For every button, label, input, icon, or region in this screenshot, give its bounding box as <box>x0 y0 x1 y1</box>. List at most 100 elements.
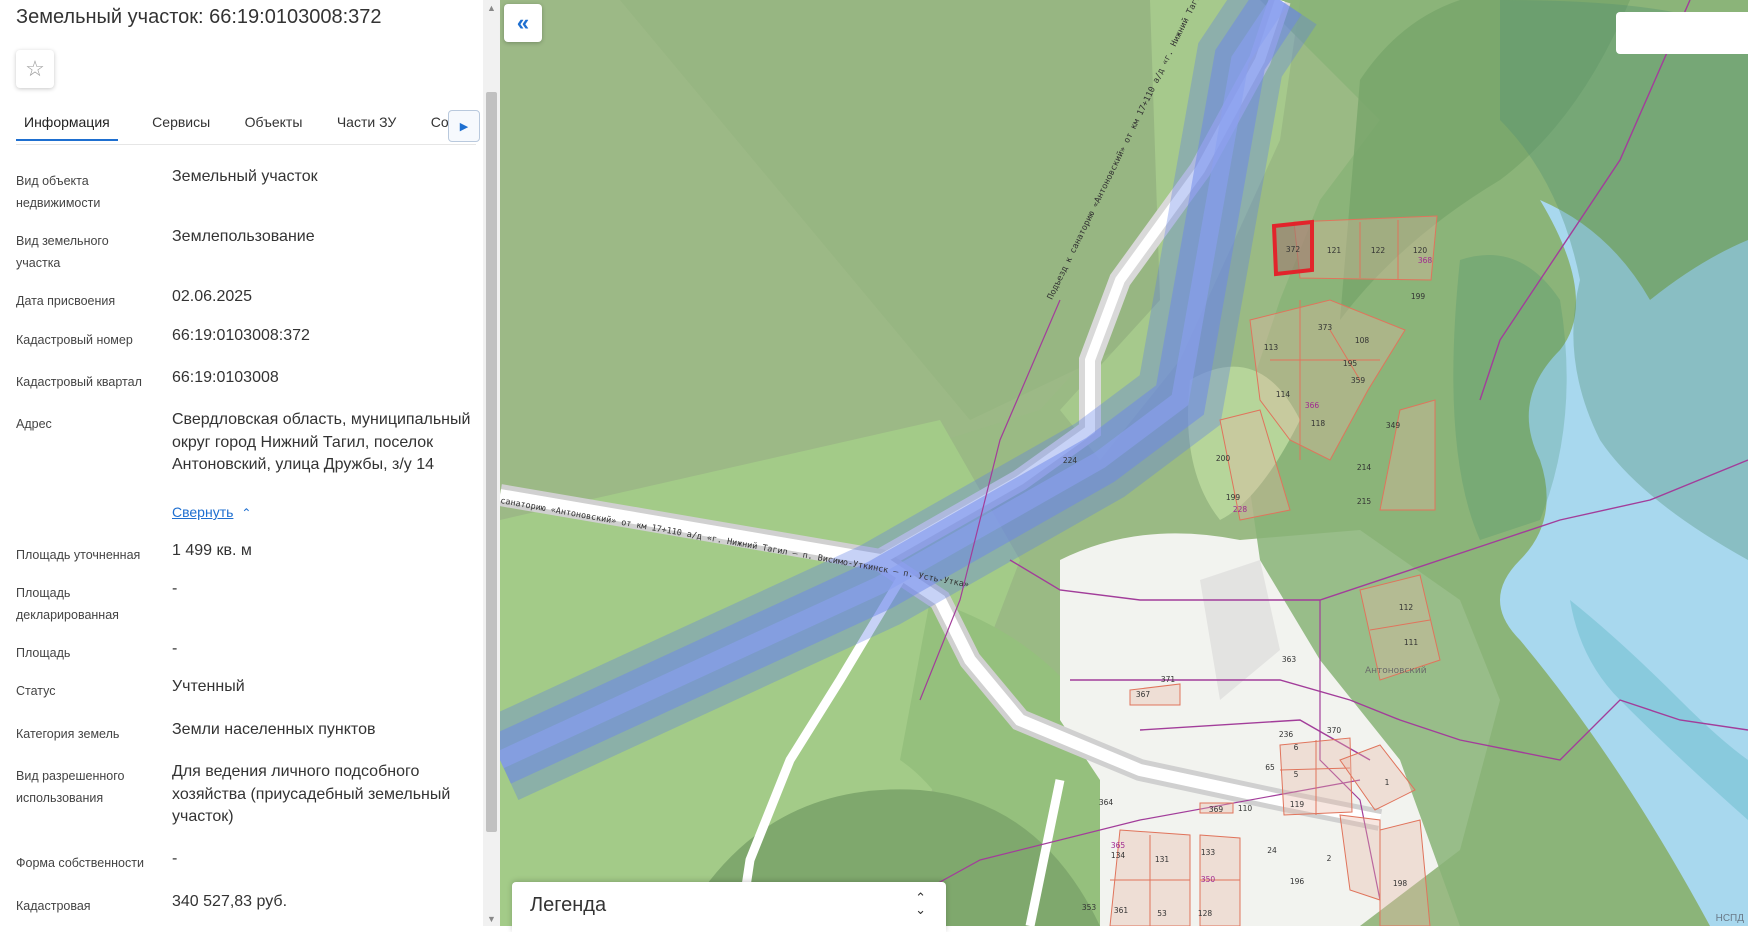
collapse-panel-button[interactable]: « <box>504 4 542 42</box>
parcel-label: 196 <box>1290 877 1305 886</box>
parcel-label: 128 <box>1198 909 1213 918</box>
field-value: 340 527,83 руб. <box>172 893 288 910</box>
parcel-label: 350 <box>1201 875 1216 884</box>
field-label: Статус <box>16 684 56 698</box>
collapse-address-link[interactable]: Свернуть <box>172 504 233 520</box>
parcel-label: 24 <box>1267 846 1277 855</box>
parcel-label: 199 <box>1226 493 1241 502</box>
panel-title: Земельный участок: 66:19:0103008:372 <box>16 6 382 28</box>
double-chevron-left-icon: « <box>516 10 530 35</box>
parcel-label: 113 <box>1264 343 1279 352</box>
parcel-label: 366 <box>1305 401 1320 410</box>
parcel-label: 2 <box>1327 854 1332 863</box>
parcel-label: 228 <box>1233 505 1248 514</box>
parcel-label: 224 <box>1063 456 1078 465</box>
parcel-label: 373 <box>1318 323 1333 332</box>
parcel-label: 108 <box>1355 336 1370 345</box>
field-label: Вид объекта недвижимости <box>16 174 101 210</box>
parcel-label: 372 <box>1286 245 1301 254</box>
star-outline-icon: ☆ <box>25 56 45 81</box>
chevron-up-icon[interactable]: ⌃ <box>241 506 251 520</box>
triangle-right-icon: ▶ <box>459 120 469 133</box>
info-panel: Земельный участок: 66:19:0103008:372 ☆ И… <box>0 0 500 926</box>
field-value: Землепользование <box>172 228 315 245</box>
parcel-label: 361 <box>1114 906 1129 915</box>
panel-scrollbar[interactable]: ▲ ▼ <box>483 0 500 926</box>
tab-objects[interactable]: Объекты <box>245 108 303 140</box>
field-label: Кадастровый номер <box>16 333 133 347</box>
scroll-up-arrow-icon[interactable]: ▲ <box>487 3 496 13</box>
favorite-button[interactable]: ☆ <box>16 50 54 88</box>
parcel-label: 370 <box>1327 726 1342 735</box>
field-label: Категория земель <box>16 727 120 741</box>
parcel-label: 120 <box>1413 246 1428 255</box>
parcel-label: 236 <box>1279 730 1294 739</box>
field-value: Земельный участок <box>172 168 318 185</box>
map-attribution: НСПД <box>1715 913 1744 924</box>
parcel-label: 199 <box>1411 292 1426 301</box>
parcel-label: 363 <box>1282 655 1297 664</box>
map-search-box[interactable] <box>1616 12 1748 54</box>
parcel-label: 371 <box>1161 675 1176 684</box>
parcel-label: 215 <box>1357 497 1372 506</box>
field-label: Площадь уточненная <box>16 548 141 562</box>
tabs-scroll-right-button[interactable]: ▶ <box>448 110 480 142</box>
field-label: Адрес <box>16 417 52 431</box>
scroll-down-arrow-icon[interactable]: ▼ <box>487 914 496 924</box>
parcel-label: 214 <box>1357 463 1372 472</box>
field-value: 1 499 кв. м <box>172 542 252 559</box>
parcel-label: 53 <box>1157 909 1167 918</box>
field-label: Вид разрешенного использования <box>16 769 125 805</box>
field-value: Свердловская область, муниципальный окру… <box>172 411 471 473</box>
parcel-label: 110 <box>1238 804 1253 813</box>
parcel-label: 111 <box>1404 638 1419 647</box>
parcel-label: 365 <box>1111 841 1126 850</box>
parcel-label: 114 <box>1276 390 1291 399</box>
parcel-label: 119 <box>1290 800 1305 809</box>
parcel-label: 6 <box>1294 743 1299 752</box>
field-value: - <box>172 640 178 657</box>
parcel-label: 122 <box>1371 246 1386 255</box>
parcel-label: 134 <box>1111 851 1126 860</box>
field-value: 66:19:0103008:372 <box>172 327 310 344</box>
parcel-label: 200 <box>1216 454 1231 463</box>
parcel-label: 5 <box>1294 770 1299 779</box>
field-label: Вид земельного участка <box>16 234 109 270</box>
tab-bar: Информация Сервисы Объекты Части ЗУ Сост… <box>16 108 476 145</box>
parcel-label: 133 <box>1201 848 1216 857</box>
field-value: 02.06.2025 <box>172 288 253 305</box>
parcel-label: 369 <box>1209 805 1224 814</box>
map-view[interactable]: Подъезд к санаторию «Антоновский» от км … <box>500 0 1748 926</box>
field-label: Площадь <box>16 646 71 660</box>
field-value: - <box>172 580 178 597</box>
parcel-label: 65 <box>1265 763 1275 772</box>
field-value: Учтенный <box>172 678 245 695</box>
field-label: Дата присвоения <box>16 294 116 308</box>
parcel-label: 112 <box>1399 603 1414 612</box>
field-value: Земли населенных пунктов <box>172 721 376 738</box>
parcel-label: 368 <box>1418 256 1433 265</box>
legend-panel[interactable]: Легенда ⌃ ⌄ <box>512 882 946 932</box>
parcel-label: 1 <box>1385 778 1390 787</box>
parcel-label: 364 <box>1099 798 1114 807</box>
tab-parcel-parts[interactable]: Части ЗУ <box>337 108 396 140</box>
tab-services[interactable]: Сервисы <box>152 108 210 140</box>
parcel-label: 198 <box>1393 879 1408 888</box>
field-label: Кадастровая <box>16 899 91 913</box>
parcel-label: 353 <box>1082 903 1097 912</box>
field-label: Кадастровый квартал <box>16 375 142 389</box>
field-label: Площадь декларированная <box>16 586 119 622</box>
settlement-label: Антоновский <box>1365 666 1427 676</box>
field-value: - <box>172 850 178 867</box>
tab-information[interactable]: Информация <box>16 108 118 141</box>
parcel-label: 118 <box>1311 419 1326 428</box>
scrollbar-thumb[interactable] <box>486 92 497 832</box>
field-value: Для ведения личного подсобного хозяйства… <box>172 763 451 825</box>
parcel-label: 131 <box>1155 855 1170 864</box>
parcel-label: 349 <box>1386 421 1401 430</box>
chevron-up-down-icon[interactable]: ⌃ ⌄ <box>915 891 926 916</box>
field-value: 66:19:0103008 <box>172 369 279 386</box>
parcel-label: 121 <box>1327 246 1342 255</box>
map-canvas[interactable]: Подъезд к санаторию «Антоновский» от км … <box>500 0 1748 926</box>
field-label: Форма собственности <box>16 856 144 870</box>
